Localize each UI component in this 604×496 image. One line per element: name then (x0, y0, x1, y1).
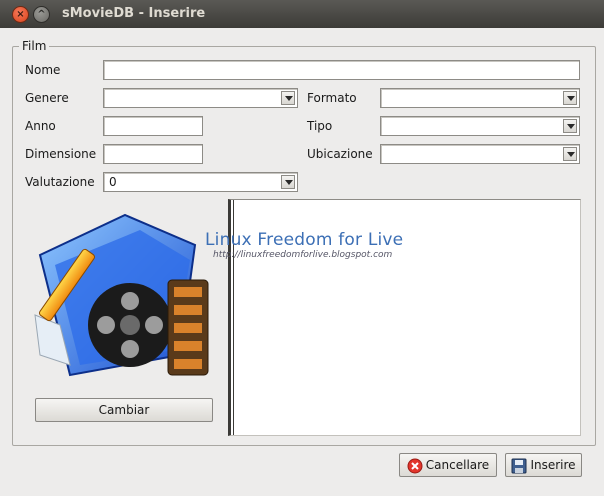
genere-label: Genere (25, 91, 69, 105)
dimensione-input[interactable] (103, 144, 203, 164)
tipo-label: Tipo (307, 119, 333, 133)
tipo-combo[interactable] (380, 116, 580, 136)
chevron-down-icon[interactable] (563, 147, 577, 161)
anno-input[interactable] (103, 116, 203, 136)
cancellare-button[interactable]: Cancellare (399, 453, 497, 477)
formato-combo[interactable] (380, 88, 580, 108)
window-title: sMovieDB - Inserire (62, 6, 206, 21)
formato-label: Formato (307, 91, 357, 105)
chevron-down-icon[interactable] (281, 91, 295, 105)
chevron-down-icon[interactable] (563, 119, 577, 133)
cambiar-button[interactable]: Cambiar (35, 398, 213, 422)
ubicazione-combo[interactable] (380, 144, 580, 164)
anno-label: Anno (25, 119, 56, 133)
nome-label: Nome (25, 63, 61, 77)
valutazione-label: Valutazione (25, 175, 95, 189)
watermark-title: Linux Freedom for Live (205, 230, 404, 250)
watermark-url: http://linuxfreedomforlive.blogspot.com (213, 250, 393, 260)
dimensione-label: Dimensione (25, 147, 97, 161)
chevron-down-icon[interactable] (563, 91, 577, 105)
cancellare-label: Cancellare (425, 458, 490, 472)
valutazione-combo[interactable]: 0 (103, 172, 298, 192)
save-icon (511, 458, 527, 473)
maximize-icon[interactable]: ^ (33, 6, 50, 23)
nome-input[interactable] (103, 60, 580, 80)
cancel-icon (407, 458, 423, 473)
frame-legend: Film (19, 39, 50, 53)
inserire-label: Inserire (530, 458, 576, 472)
movie-folder-icon (34, 213, 209, 377)
close-icon[interactable]: × (12, 6, 29, 23)
genere-combo[interactable] (103, 88, 298, 108)
title-bar: × ^ sMovieDB - Inserire (0, 0, 604, 28)
ubicazione-label: Ubicazione (307, 147, 373, 161)
chevron-down-icon[interactable] (281, 175, 295, 189)
valutazione-value: 0 (109, 175, 117, 189)
inserire-button[interactable]: Inserire (505, 453, 582, 477)
